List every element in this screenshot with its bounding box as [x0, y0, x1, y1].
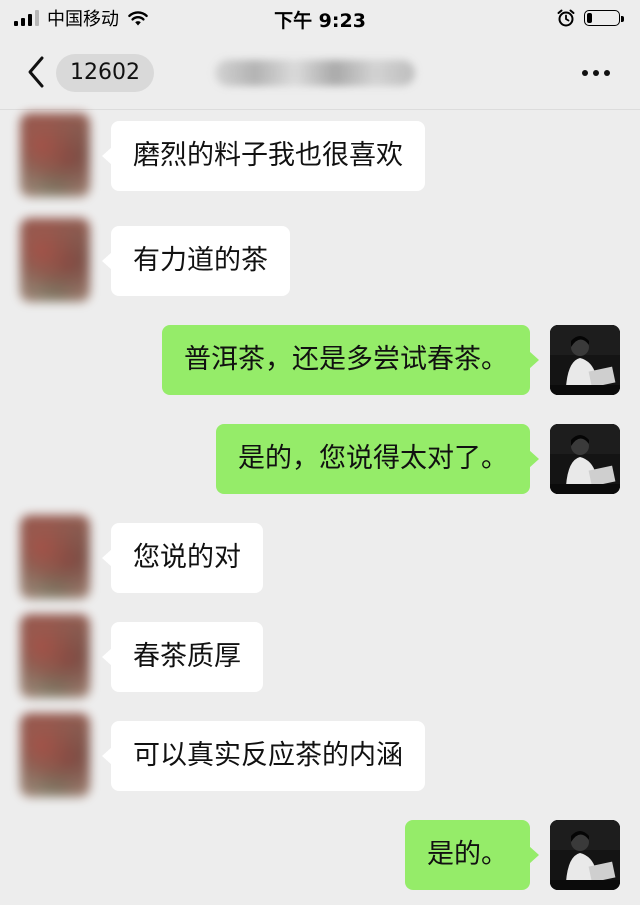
- message-bubble[interactable]: 您说的对: [102, 523, 263, 593]
- alarm-icon: [557, 9, 575, 27]
- status-right: [556, 7, 626, 29]
- chat-message-list[interactable]: 磨烈的料子我也很喜欢 有力道的茶 普洱茶，还是多尝试春茶。 是的，您说得太对了。: [0, 110, 640, 905]
- user-avatar[interactable]: [550, 325, 620, 395]
- message-bubble[interactable]: 可以真实反应茶的内涵: [102, 721, 425, 791]
- contact-avatar[interactable]: [20, 515, 90, 599]
- contact-name-redacted: [215, 60, 415, 86]
- chat-header: 12602: [0, 36, 640, 110]
- message-bubble[interactable]: 磨烈的料子我也很喜欢: [102, 121, 425, 191]
- user-avatar[interactable]: [550, 424, 620, 494]
- battery-level: [587, 13, 592, 23]
- battery-icon: [584, 8, 626, 28]
- status-bar: 中国移动 下午 9:23: [0, 0, 640, 36]
- unread-count-badge[interactable]: 12602: [56, 54, 154, 92]
- back-icon[interactable]: [22, 52, 52, 92]
- contact-avatar[interactable]: [20, 218, 90, 302]
- message-bubble[interactable]: 春茶质厚: [102, 622, 263, 692]
- status-time: 下午 9:23: [274, 10, 366, 32]
- contact-avatar[interactable]: [20, 713, 90, 797]
- message-bubble[interactable]: 是的，您说得太对了。: [216, 424, 539, 494]
- contact-avatar[interactable]: [20, 113, 90, 197]
- contact-avatar[interactable]: [20, 614, 90, 698]
- user-avatar[interactable]: [550, 820, 620, 890]
- message-bubble[interactable]: 有力道的茶: [102, 226, 290, 296]
- more-icon[interactable]: [582, 70, 610, 76]
- message-bubble[interactable]: 是的。: [405, 820, 539, 890]
- message-bubble[interactable]: 普洱茶，还是多尝试春茶。: [162, 325, 539, 395]
